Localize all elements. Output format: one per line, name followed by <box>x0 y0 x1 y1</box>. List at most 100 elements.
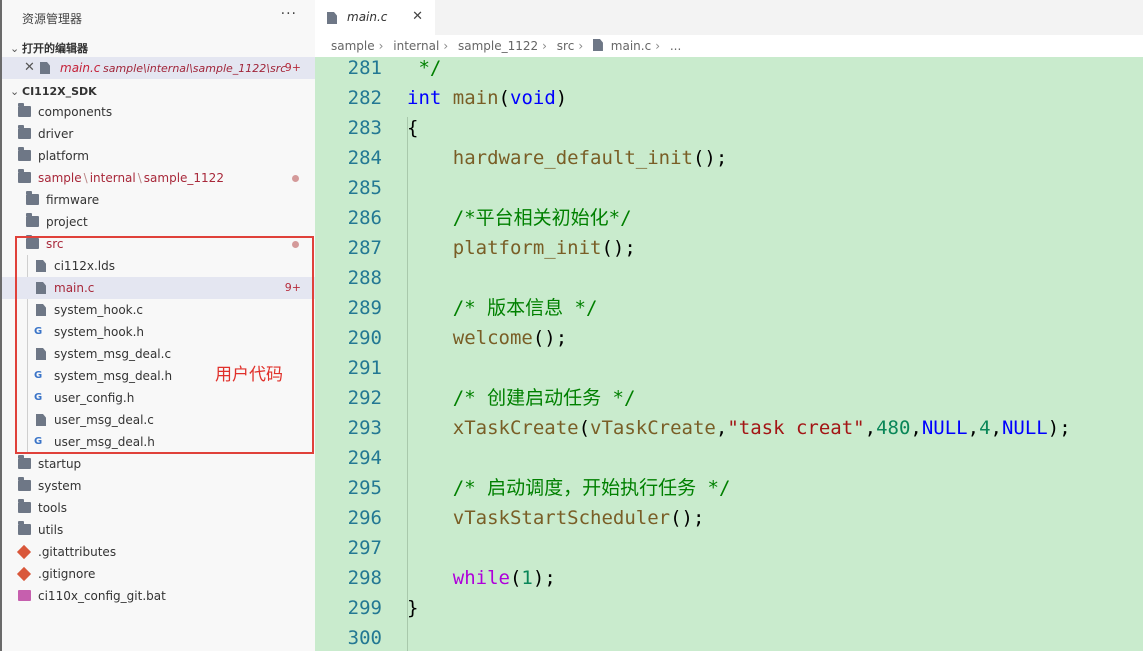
code-line[interactable]: 294 <box>315 443 1143 473</box>
c-file-icon <box>327 12 337 24</box>
line-number: 285 <box>347 177 382 199</box>
tree-item-components[interactable]: components <box>2 101 315 123</box>
tree-item-firmware[interactable]: firmware <box>2 189 315 211</box>
tree-label: project <box>46 215 88 229</box>
tree-label: .gitignore <box>38 567 96 581</box>
tree-item-tools[interactable]: tools <box>2 497 315 519</box>
folder-icon <box>18 455 31 469</box>
tree-label: utils <box>38 523 64 537</box>
tree-label: system <box>38 479 82 493</box>
code-line[interactable]: 300 <box>315 623 1143 651</box>
breadcrumb-item[interactable]: src <box>557 39 575 53</box>
git-icon <box>16 566 32 582</box>
project-section[interactable]: ⌄ CI112X_SDK <box>10 85 97 98</box>
line-text: /*平台相关初始化*/ <box>407 203 632 233</box>
explorer-sidebar: 资源管理器 ··· ⌄ 打开的编辑器 ✕ main.c sample\intern… <box>0 0 315 651</box>
tree-item-bat[interactable]: ci110x_config_git.bat <box>2 585 315 607</box>
tree-item-utils[interactable]: utils <box>2 519 315 541</box>
code-line[interactable]: 293 xTaskCreate(vTaskCreate,"task creat"… <box>315 413 1143 443</box>
line-text: welcome(); <box>407 323 567 353</box>
code-line[interactable]: 290 welcome(); <box>315 323 1143 353</box>
code-line[interactable]: 297 <box>315 533 1143 563</box>
code-token: main <box>452 87 499 109</box>
folder-icon <box>26 191 39 205</box>
code-line[interactable]: 286 /*平台相关初始化*/ <box>315 203 1143 233</box>
line-number: 299 <box>347 597 382 619</box>
code-line[interactable]: 287 platform_init(); <box>315 233 1143 263</box>
code-token: (); <box>532 327 568 349</box>
code-line[interactable]: 282 int main(void) <box>315 83 1143 113</box>
open-editors-title: 打开的编辑器 <box>22 42 88 55</box>
tree-item-platform[interactable]: platform <box>2 145 315 167</box>
folder-icon <box>18 125 31 139</box>
line-number: 294 <box>347 447 382 469</box>
tree-item-system[interactable]: system <box>2 475 315 497</box>
tree-label: .gitattributes <box>38 545 117 559</box>
breadcrumb-item[interactable]: main.c <box>611 39 651 53</box>
folder-icon <box>18 103 31 117</box>
code-line[interactable]: 299} <box>315 593 1143 623</box>
annotation-label: 用户代码 <box>215 365 283 385</box>
terminal-icon <box>18 590 31 601</box>
line-number: 283 <box>347 117 382 139</box>
chevron-right-icon: › <box>443 39 449 53</box>
line-number: 282 <box>347 87 382 109</box>
more-actions-icon[interactable]: ··· <box>281 6 297 22</box>
code-line[interactable]: 292 /* 创建启动任务 */ <box>315 383 1143 413</box>
code-editor[interactable]: 281 */282 int main(void) 283 {284 hardware_… <box>315 57 1143 651</box>
code-line[interactable]: 284 hardware_default_init(); <box>315 143 1143 173</box>
explorer-title: 资源管理器 <box>22 12 83 26</box>
c-file-icon <box>592 39 603 51</box>
line-number: 289 <box>347 297 382 319</box>
tree-item-gitattributes[interactable]: .gitattributes <box>2 541 315 563</box>
code-token: (); <box>670 507 705 529</box>
line-text: vTaskStartScheduler(); <box>407 503 705 533</box>
line-text: } <box>407 593 418 623</box>
tab-main-c[interactable]: main.c ✕ <box>315 0 435 35</box>
breadcrumb: sample › internal › sample_1122 › src › main… <box>315 35 1143 57</box>
close-icon[interactable]: ✕ <box>412 9 423 24</box>
code-token: "task creat" <box>727 417 865 439</box>
tree-label: sample \ internal \ sample_1122 <box>38 171 224 185</box>
breadcrumb-item[interactable]: ... <box>670 39 681 53</box>
tree-item-project[interactable]: project <box>2 211 315 233</box>
highlight-box <box>15 236 314 454</box>
code-token: 480 <box>876 417 911 439</box>
line-text: { <box>407 113 418 143</box>
code-line[interactable]: 288 <box>315 263 1143 293</box>
line-number: 297 <box>347 537 382 559</box>
code-line[interactable]: 285 <box>315 173 1143 203</box>
breadcrumb-item[interactable]: sample_1122 <box>458 39 538 53</box>
tree-label: driver <box>38 127 74 141</box>
tree-label: startup <box>38 457 82 471</box>
code-token: void <box>510 87 556 109</box>
open-editors-section[interactable]: ⌄ 打开的编辑器 <box>10 40 88 56</box>
code-token: while <box>452 567 510 589</box>
tree-item-driver[interactable]: driver <box>2 123 315 145</box>
code-line[interactable]: 298 while(1); <box>315 563 1143 593</box>
code-token: NULL <box>1001 417 1048 439</box>
breadcrumb-item[interactable]: internal <box>393 39 439 53</box>
breadcrumb-item[interactable]: sample <box>331 39 375 53</box>
tree-item-startup[interactable]: startup <box>2 453 315 475</box>
code-line[interactable]: 296 vTaskStartScheduler(); <box>315 503 1143 533</box>
tree-item-sample[interactable]: sample \ internal \ sample_1122 <box>2 167 315 189</box>
code-token: platform_init <box>407 237 602 259</box>
code-token: vTaskCreate <box>590 417 716 439</box>
code-line[interactable]: 289 /* 版本信息 */ <box>315 293 1143 323</box>
code-line[interactable]: 283 { <box>315 113 1143 143</box>
code-line[interactable]: 295 /* 启动调度，开始执行任务 */ <box>315 473 1143 503</box>
tree-item-gitignore[interactable]: .gitignore <box>2 563 315 585</box>
code-token: ); <box>532 567 556 589</box>
open-editor-item[interactable]: ✕ main.c sample\internal\sample_1122\src… <box>2 57 315 79</box>
code-token: vTaskStartScheduler <box>407 507 671 529</box>
tree-label: firmware <box>46 193 100 207</box>
code-line[interactable]: 291 <box>315 353 1143 383</box>
close-icon[interactable]: ✕ <box>24 60 35 75</box>
folder-open-icon <box>18 169 31 183</box>
code-line[interactable]: 281 */ <box>315 57 1143 83</box>
line-number: 298 <box>347 567 382 589</box>
line-text: /* 创建启动任务 */ <box>407 383 636 413</box>
